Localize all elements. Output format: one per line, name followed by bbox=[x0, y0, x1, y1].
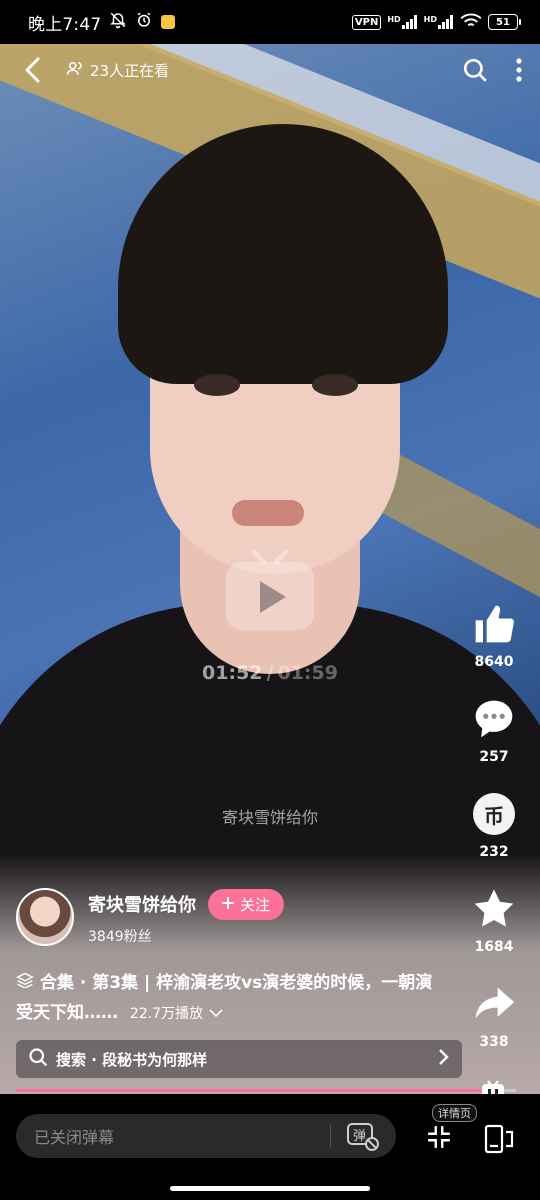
like-count: 8640 bbox=[474, 654, 514, 670]
collapse-icon[interactable] bbox=[426, 1124, 456, 1154]
app-notification-icon bbox=[161, 15, 176, 29]
author-block: 寄块雪饼给你 关注 3849粉丝 bbox=[16, 888, 285, 946]
home-indicator[interactable] bbox=[170, 1186, 370, 1191]
search-suggestion[interactable]: 搜索 · 段秘书为何那样 bbox=[16, 1040, 462, 1078]
comment-icon bbox=[470, 695, 518, 743]
current-time: 01:52 bbox=[202, 662, 263, 684]
play-icon[interactable] bbox=[224, 548, 316, 632]
follow-label: 关注 bbox=[240, 895, 271, 914]
alarm-icon bbox=[135, 11, 153, 34]
danmaku-input[interactable]: 已关闭弹幕 弹 bbox=[16, 1114, 396, 1158]
avatar[interactable] bbox=[16, 888, 74, 946]
watching-label: 23人正在看 bbox=[90, 61, 170, 80]
favorite-button[interactable]: 1684 bbox=[470, 885, 518, 980]
video-watermark: 寄块雪饼给你 bbox=[221, 808, 318, 827]
battery-indicator: 51 bbox=[488, 14, 521, 30]
wifi-icon bbox=[460, 13, 482, 32]
follow-button[interactable]: 关注 bbox=[208, 888, 285, 920]
status-time: 晚上7:47 bbox=[28, 14, 102, 35]
more-icon[interactable] bbox=[516, 58, 522, 82]
vpn-badge: VPN bbox=[351, 14, 382, 30]
bottom-bar: 已关闭弹幕 弹 详情页 bbox=[0, 1094, 540, 1200]
video-description[interactable]: 合集 · 第3集 | 梓渝演老攻vs演老婆的时候，一朝演受天下知…… 22.7万… bbox=[16, 968, 446, 1029]
search-icon[interactable] bbox=[462, 57, 488, 83]
signal-icon: HD bbox=[387, 15, 417, 29]
comment-button[interactable]: 257 bbox=[470, 695, 518, 790]
danmaku-toggle-icon[interactable]: 弹 bbox=[346, 1120, 380, 1152]
favorite-count: 1684 bbox=[474, 939, 514, 955]
svg-text:弹: 弹 bbox=[353, 1129, 366, 1144]
chevron-right-icon bbox=[438, 1048, 450, 1070]
watching-count: 23人正在看 bbox=[66, 60, 169, 81]
status-bar: 晚上7:47 VPN HD HD 51 bbox=[0, 0, 540, 44]
author-name[interactable]: 寄块雪饼给你 bbox=[88, 891, 196, 917]
chevron-down-icon bbox=[209, 1003, 223, 1023]
plus-icon bbox=[222, 895, 234, 913]
progress-bar[interactable] bbox=[16, 1089, 516, 1092]
coin-button[interactable]: 币 232 bbox=[470, 790, 518, 885]
thumbs-up-icon bbox=[470, 600, 518, 648]
signal-icon-2: HD bbox=[424, 15, 454, 29]
play-count: 22.7万播放 bbox=[129, 1006, 204, 1022]
collection-icon bbox=[16, 972, 40, 993]
search-icon bbox=[28, 1047, 48, 1071]
action-column: 8640 257 币 232 1684 338 bbox=[464, 600, 524, 1075]
coin-icon: 币 bbox=[473, 793, 515, 835]
progress-fill bbox=[16, 1089, 486, 1092]
detail-tag: 详情页 bbox=[432, 1104, 477, 1122]
detail-page-icon[interactable] bbox=[484, 1124, 518, 1154]
viewers-icon bbox=[66, 60, 84, 80]
coin-count: 232 bbox=[479, 844, 509, 860]
mute-bell-icon bbox=[109, 11, 127, 34]
share-button[interactable]: 338 bbox=[470, 980, 518, 1075]
star-icon bbox=[470, 885, 518, 933]
share-count: 338 bbox=[479, 1034, 509, 1050]
back-icon[interactable] bbox=[18, 55, 48, 85]
danmaku-placeholder: 已关闭弹幕 bbox=[34, 1128, 115, 1147]
fans-count: 3849粉丝 bbox=[88, 928, 152, 945]
share-icon bbox=[470, 980, 518, 1028]
comment-count: 257 bbox=[479, 749, 509, 765]
total-time: 01:59 bbox=[277, 662, 338, 684]
top-bar: 23人正在看 bbox=[0, 44, 540, 96]
search-suggestion-label: 搜索 · 段秘书为何那样 bbox=[56, 1050, 208, 1069]
description-text: 合集 · 第3集 | 梓渝演老攻vs演老婆的时候，一朝演受天下知…… bbox=[16, 973, 433, 1023]
like-button[interactable]: 8640 bbox=[470, 600, 518, 695]
playback-time: 01:52/01:59 bbox=[202, 662, 338, 684]
